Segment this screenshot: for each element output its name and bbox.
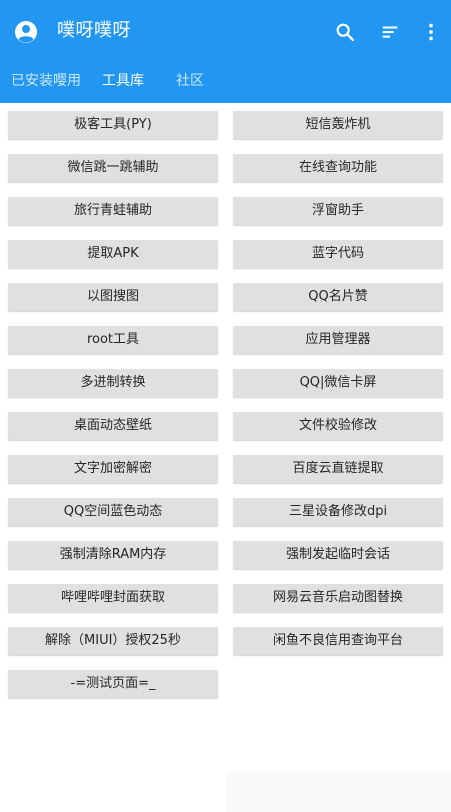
tool-button-app-manager[interactable]: 应用管理器 [233, 326, 443, 354]
tool-button-text-encrypt[interactable]: 文字加密解密 [8, 455, 218, 483]
tab-community[interactable]: 社区 [176, 62, 204, 103]
empty-cell [226, 771, 451, 812]
tool-button-live-wallpaper[interactable]: 桌面动态壁纸 [8, 412, 218, 440]
tool-button-root-tools[interactable]: root工具 [8, 326, 218, 354]
tool-button-geek-tools[interactable]: 极客工具(PY) [8, 111, 218, 139]
tool-button-sms-bomber[interactable]: 短信轰炸机 [233, 111, 443, 139]
tool-button-test-page[interactable]: -=测试页面=_ [8, 670, 218, 698]
tool-grid: 极客工具(PY) 短信轰炸机 微信跳一跳辅助 在线查询功能 旅行青蛙辅助 浮窗助… [0, 103, 451, 812]
tool-button-bilibili-cover[interactable]: 哔哩哔哩封面获取 [8, 584, 218, 612]
sort-icon[interactable] [376, 18, 404, 46]
tool-button-online-query[interactable]: 在线查询功能 [233, 154, 443, 182]
tool-button-qq-card-likes[interactable]: QQ名片赞 [233, 283, 443, 311]
tool-button-qzone-blue-feed[interactable]: QQ空间蓝色动态 [8, 498, 218, 526]
app-title: 噗呀噗呀 [57, 20, 131, 41]
search-icon[interactable] [331, 18, 359, 46]
tool-button-image-search[interactable]: 以图搜图 [8, 283, 218, 311]
tool-button-wechat-jump-helper[interactable]: 微信跳一跳辅助 [8, 154, 218, 182]
tool-button-baidu-direct-link[interactable]: 百度云直链提取 [233, 455, 443, 483]
tool-button-xianyu-credit[interactable]: 闲鱼不良信用查询平台 [233, 627, 443, 655]
tool-button-extract-apk[interactable]: 提取APK [8, 240, 218, 268]
tab-tool-library[interactable]: 工具库 [102, 62, 144, 103]
tab-installed-apps[interactable]: 已安装嘤用 [11, 62, 81, 103]
tool-button-temp-chat[interactable]: 强制发起临时会话 [233, 541, 443, 569]
account-circle-icon[interactable] [14, 20, 38, 44]
tab-bar: 已安装嘤用 工具库 社区 [0, 62, 451, 103]
tool-button-qq-wechat-freeze[interactable]: QQ|微信卡屏 [233, 369, 443, 397]
tool-button-netease-splash[interactable]: 网易云音乐启动图替换 [233, 584, 443, 612]
more-vert-icon[interactable] [417, 18, 445, 46]
tool-button-miui-unlock[interactable]: 解除（MIUI）授权25秒 [8, 627, 218, 655]
tool-button-samsung-dpi[interactable]: 三星设备修改dpi [233, 498, 443, 526]
tool-button-base-converter[interactable]: 多进制转换 [8, 369, 218, 397]
tool-button-floating-window[interactable]: 浮窗助手 [233, 197, 443, 225]
tool-button-file-checksum-edit[interactable]: 文件校验修改 [233, 412, 443, 440]
tool-button-travel-frog-helper[interactable]: 旅行青蛙辅助 [8, 197, 218, 225]
app-bar: 噗呀噗呀 已安装嘤用 工具库 社区 [0, 0, 451, 103]
tool-button-blue-text-code[interactable]: 蓝字代码 [233, 240, 443, 268]
tool-button-clear-ram[interactable]: 强制清除RAM内存 [8, 541, 218, 569]
